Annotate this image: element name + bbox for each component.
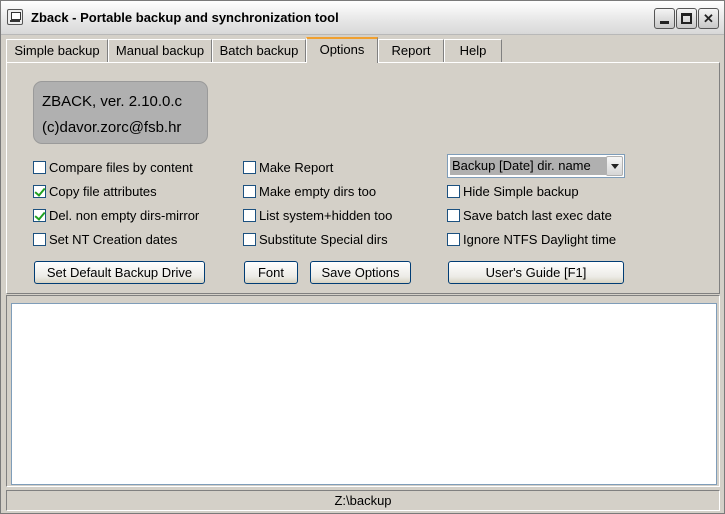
tab-report[interactable]: Report <box>378 39 444 62</box>
checkbox-box <box>33 185 46 198</box>
maximize-button[interactable] <box>676 8 697 29</box>
checkbox-box <box>33 209 46 222</box>
checkbox-box <box>243 185 256 198</box>
checkbox-label: Ignore NTFS Daylight time <box>463 232 617 247</box>
app-icon <box>7 9 23 25</box>
status-path: Z:\backup <box>334 493 392 508</box>
checkbox-box <box>243 233 256 246</box>
chevron-down-icon[interactable] <box>606 156 623 176</box>
checkbox-label: List system+hidden too <box>259 208 393 223</box>
tab-label: Options <box>319 42 365 57</box>
tab-batch-backup[interactable]: Batch backup <box>212 39 306 62</box>
app-window: Zback - Portable backup and synchronizat… <box>0 0 725 514</box>
checkbox-label: Hide Simple backup <box>463 184 579 199</box>
tab-label: Batch backup <box>219 43 299 58</box>
save-options-button[interactable]: Save Options <box>310 261 411 284</box>
checkbox-label: Del. non empty dirs-mirror <box>49 208 200 223</box>
window-title: Zback - Portable backup and synchronizat… <box>31 10 339 25</box>
dir-name-select[interactable]: Backup [Date] dir. name <box>447 154 625 178</box>
close-button[interactable]: ✕ <box>698 8 719 29</box>
title-bar[interactable]: Zback - Portable backup and synchronizat… <box>1 1 724 35</box>
users-guide-button[interactable]: User's Guide [F1] <box>448 261 624 284</box>
checkbox-box <box>447 233 460 246</box>
minimize-icon <box>660 21 669 24</box>
set-default-drive-button[interactable]: Set Default Backup Drive <box>34 261 205 284</box>
checkbox-label: Substitute Special dirs <box>259 232 388 247</box>
checkbox-box <box>33 233 46 246</box>
checkbox-label: Set NT Creation dates <box>49 232 178 247</box>
checkbox-box <box>243 161 256 174</box>
checkbox-label: Make Report <box>259 160 334 175</box>
tab-simple-backup[interactable]: Simple backup <box>6 39 108 62</box>
tab-help[interactable]: Help <box>444 39 502 62</box>
checkbox-label: Save batch last exec date <box>463 208 612 223</box>
tab-manual-backup[interactable]: Manual backup <box>108 39 212 62</box>
dir-name-select-value: Backup [Date] dir. name <box>450 157 606 175</box>
status-bar: Z:\backup <box>6 490 720 511</box>
minimize-button[interactable] <box>654 8 675 29</box>
font-button[interactable]: Font <box>244 261 298 284</box>
checkbox-label: Compare files by content <box>49 160 193 175</box>
checkbox-box <box>33 161 46 174</box>
checkbox-box <box>447 185 460 198</box>
checkbox-box <box>447 209 460 222</box>
close-icon: ✕ <box>703 11 714 26</box>
tab-options[interactable]: Options <box>306 37 378 63</box>
log-output[interactable] <box>11 303 717 485</box>
tab-label: Help <box>459 43 487 58</box>
version-text: ZBACK, ver. 2.10.0.c <box>42 93 183 110</box>
copyright-email: (c)davor.zorc@fsb.hr <box>42 119 182 136</box>
tab-label: Manual backup <box>115 43 205 58</box>
maximize-icon <box>681 13 692 24</box>
checkbox-label: Copy file attributes <box>49 184 157 199</box>
checkbox-label: Make empty dirs too <box>259 184 377 199</box>
tab-label: Report <box>391 43 431 58</box>
checkbox-box <box>243 209 256 222</box>
version-info: ZBACK, ver. 2.10.0.c (c)davor.zorc@fsb.h… <box>33 81 208 144</box>
tab-label: Simple backup <box>14 43 100 58</box>
